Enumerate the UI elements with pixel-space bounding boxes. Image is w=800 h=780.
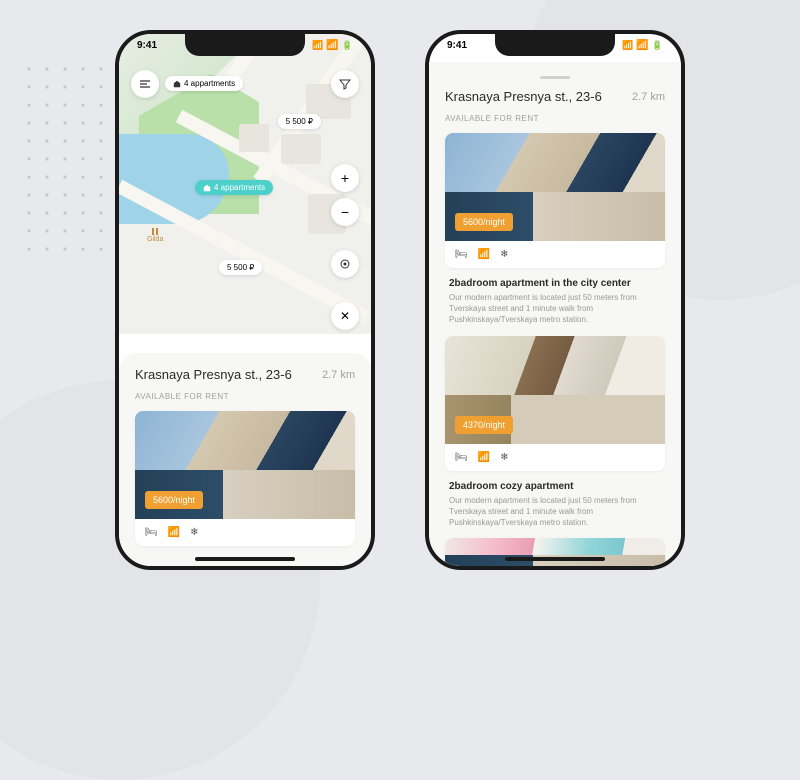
wifi-icon: 📶 [478,249,490,260]
section-label: AVAILABLE FOR RENT [445,114,665,123]
price-badge: 5600/night [455,213,513,231]
battery-icon: 🔋 [652,40,663,51]
price-badge: 5600/night [145,491,203,509]
bed-icon: 🛏 [455,249,468,260]
address-title: Krasnaya Presnya st., 23-6 [135,367,292,382]
full-sheet[interactable]: Krasnaya Presnya st., 23-6 2.7 km AVAILAB… [429,62,681,566]
battery-icon: 🔋 [342,40,353,51]
signal-icon: 📶 [312,40,323,51]
notch [185,34,305,56]
listing-title: 2badroom cozy apartment [445,481,665,495]
status-time: 9:41 [447,40,467,51]
drag-handle[interactable] [540,76,570,79]
listing-card[interactable]: 4370/night 🛏 📶 ❄ [445,336,665,471]
address-distance: 2.7 km [322,369,355,381]
listing-image: 4370/night [445,336,665,444]
wifi-icon: 📶 [478,452,490,463]
listing-card[interactable] [445,538,665,566]
address-distance: 2.7 km [632,91,665,103]
map-chip-price[interactable]: 5 500 ₽ [219,260,262,275]
phone-list-view: 9:41 📶📶🔋 Практика Krasnaya Presnya st., … [425,30,685,570]
address-title: Krasnaya Presnya st., 23-6 [445,89,602,104]
ac-icon: ❄ [500,452,508,463]
listing-card[interactable]: 5600/night 🛏 📶 ❄ [135,411,355,546]
zoom-out-button[interactable]: − [331,198,359,226]
zoom-in-button[interactable]: + [331,164,359,192]
amenities-row: 🛏 📶 ❄ [135,519,355,546]
filter-button[interactable] [331,70,359,98]
section-label: AVAILABLE FOR RENT [135,392,355,401]
menu-button[interactable] [131,70,159,98]
locate-button[interactable] [331,250,359,278]
map-chip-price[interactable]: 5 500 ₽ [278,114,321,129]
home-indicator[interactable] [195,557,295,561]
map-view[interactable]: Gilda + − ✕ 4 appartments 4 appartments … [119,34,371,334]
home-indicator[interactable] [505,557,605,561]
map-chip-apartments-active[interactable]: 4 appartments [195,180,273,195]
ac-icon: ❄ [500,249,508,260]
listing-image: 5600/night [445,133,665,241]
signal-icon: 📶 [622,40,633,51]
amenities-row: 🛏 📶 ❄ [445,241,665,268]
price-badge: 4370/night [455,416,513,434]
listing-image [445,538,665,566]
listing-description: Our modern apartment is located just 50 … [445,292,665,336]
wifi-icon: 📶 [168,527,180,538]
map-chip-apartments[interactable]: 4 appartments [165,76,243,91]
notch [495,34,615,56]
map-poi-gilda[interactable]: Gilda [147,226,163,243]
wifi-icon: 📶 [326,40,338,51]
listing-description: Our modern apartment is located just 50 … [445,495,665,539]
bed-icon: 🛏 [455,452,468,463]
amenities-row: 🛏 📶 ❄ [445,444,665,471]
status-time: 9:41 [137,40,157,51]
bottom-sheet[interactable]: Krasnaya Presnya st., 23-6 2.7 km AVAILAB… [119,353,371,566]
listing-image: 5600/night [135,411,355,519]
wifi-icon: 📶 [636,40,648,51]
phone-map-view: 9:41 📶📶🔋 Gilda + − ✕ 4 appartments 4 app… [115,30,375,570]
listing-title: 2badroom apartment in the city center [445,278,665,292]
bed-icon: 🛏 [145,527,158,538]
close-button[interactable]: ✕ [331,302,359,330]
listing-card[interactable]: 5600/night 🛏 📶 ❄ [445,133,665,268]
ac-icon: ❄ [190,527,198,538]
